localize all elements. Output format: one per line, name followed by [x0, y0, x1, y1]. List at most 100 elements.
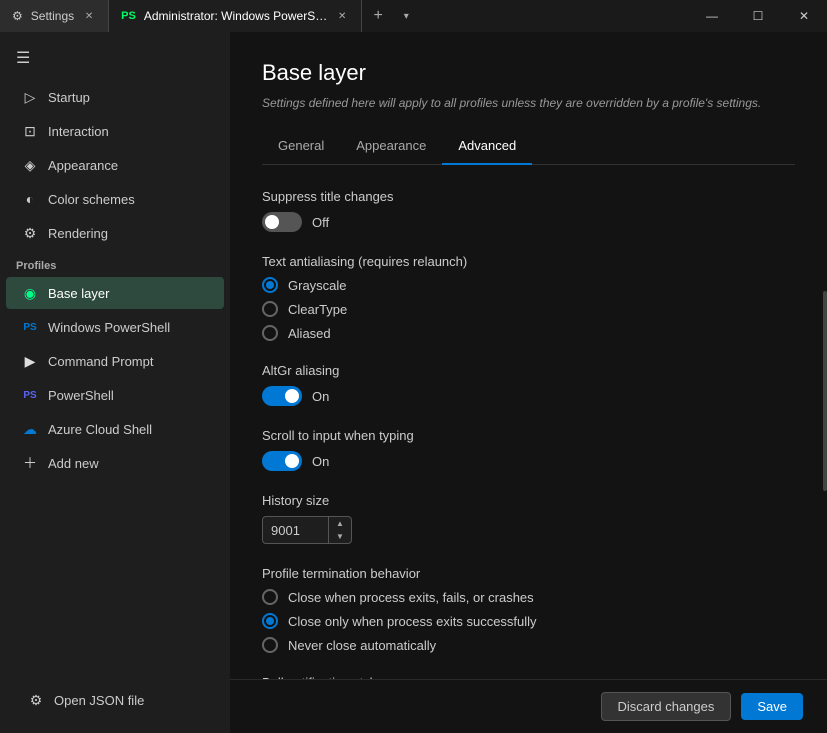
add-new-button[interactable]: ＋ Add new	[6, 447, 224, 479]
content-area: Base layer Settings defined here will ap…	[230, 32, 827, 679]
termination-success[interactable]: Close only when process exits successful…	[262, 613, 795, 629]
minimize-button[interactable]: —	[689, 0, 735, 32]
termination-fails[interactable]: Close when process exits, fails, or cras…	[262, 589, 795, 605]
page-title: Base layer	[262, 60, 795, 86]
main-layout: ☰ ▷ Startup ⊡ Interaction ◈ Appearance ◐…	[0, 32, 827, 733]
altgr-toggle-row: On	[262, 386, 795, 406]
termination-never[interactable]: Never close automatically	[262, 637, 795, 653]
tab-bar: General Appearance Advanced	[262, 132, 795, 165]
maximize-button[interactable]: ☐	[735, 0, 781, 32]
history-size-section: History size ▲ ▼	[262, 493, 795, 544]
hamburger-menu[interactable]: ☰	[0, 40, 230, 80]
success-radio[interactable]	[262, 613, 278, 629]
scroll-input-knob	[285, 454, 299, 468]
sidebar-windows-powershell-label: Windows PowerShell	[48, 320, 170, 335]
sidebar: ☰ ▷ Startup ⊡ Interaction ◈ Appearance ◐…	[0, 32, 230, 733]
sidebar-powershell-label: PowerShell	[48, 388, 114, 403]
sidebar-item-command-prompt[interactable]: ▶ Command Prompt	[6, 345, 224, 377]
tab-settings[interactable]: ⚙ Settings ✕	[0, 0, 109, 32]
sidebar-item-color-schemes[interactable]: ◐ Color schemes	[6, 183, 224, 215]
suppress-title-toggle-text: Off	[312, 215, 329, 230]
discard-changes-button[interactable]: Discard changes	[601, 692, 732, 721]
termination-section: Profile termination behavior Close when …	[262, 566, 795, 653]
history-size-input-container: ▲ ▼	[262, 516, 352, 544]
settings-icon: ⚙	[12, 9, 23, 23]
window-controls: — ☐ ✕	[689, 0, 827, 32]
never-radio[interactable]	[262, 637, 278, 653]
add-icon: ＋	[22, 455, 38, 471]
altgr-knob	[285, 389, 299, 403]
altgr-section: AltGr aliasing On	[262, 363, 795, 406]
antialiasing-aliased[interactable]: Aliased	[262, 325, 795, 341]
tab-powershell[interactable]: PS Administrator: Windows PowerS… ✕	[109, 0, 362, 32]
scroll-thumb[interactable]	[823, 291, 827, 491]
fails-label: Close when process exits, fails, or cras…	[288, 590, 534, 605]
bell-label: Bell notification style	[262, 675, 795, 679]
antialiasing-cleartype[interactable]: ClearType	[262, 301, 795, 317]
fails-radio[interactable]	[262, 589, 278, 605]
sidebar-item-rendering[interactable]: ⚙ Rendering	[6, 217, 224, 249]
sidebar-item-windows-powershell[interactable]: PS Windows PowerShell	[6, 311, 224, 343]
powershell-profile-icon: PS	[22, 387, 38, 403]
altgr-label: AltGr aliasing	[262, 363, 795, 378]
profiles-section-label: Profiles	[0, 250, 230, 276]
termination-label: Profile termination behavior	[262, 566, 795, 581]
sidebar-item-azure-cloud-shell[interactable]: ☁ Azure Cloud Shell	[6, 413, 224, 445]
success-label: Close only when process exits successful…	[288, 614, 537, 629]
antialiasing-options: Grayscale ClearType Aliased	[262, 277, 795, 341]
increment-arrow[interactable]: ▲	[329, 517, 351, 530]
tab-appearance[interactable]: Appearance	[340, 132, 442, 165]
altgr-toggle-text: On	[312, 389, 329, 404]
sidebar-item-powershell[interactable]: PS PowerShell	[6, 379, 224, 411]
altgr-toggle[interactable]	[262, 386, 302, 406]
new-tab-button[interactable]: +	[362, 0, 394, 32]
suppress-title-knob	[265, 215, 279, 229]
scroll-input-toggle-row: On	[262, 451, 795, 471]
cleartype-radio[interactable]	[262, 301, 278, 317]
never-label: Never close automatically	[288, 638, 436, 653]
sidebar-item-interaction[interactable]: ⊡ Interaction	[6, 115, 224, 147]
sidebar-command-prompt-label: Command Prompt	[48, 354, 153, 369]
command-prompt-icon: ▶	[22, 353, 38, 369]
sidebar-base-layer-label: Base layer	[48, 286, 109, 301]
rendering-icon: ⚙	[22, 225, 38, 241]
json-icon: ⚙	[28, 692, 44, 708]
tab-chevron[interactable]: ▾	[394, 0, 418, 32]
base-layer-icon: ◉	[22, 285, 38, 301]
scroll-input-toggle-text: On	[312, 454, 329, 469]
page-subtitle: Settings defined here will apply to all …	[262, 96, 795, 110]
aliased-radio[interactable]	[262, 325, 278, 341]
close-powershell-tab[interactable]: ✕	[335, 9, 349, 23]
scroll-input-toggle[interactable]	[262, 451, 302, 471]
history-size-input[interactable]	[263, 518, 328, 543]
sidebar-item-base-layer[interactable]: ◉ Base layer	[6, 277, 224, 309]
sidebar-item-startup[interactable]: ▷ Startup	[6, 81, 224, 113]
open-json-button[interactable]: ⚙ Open JSON file	[12, 684, 218, 716]
powershell-icon: PS	[121, 10, 136, 22]
scroll-input-section: Scroll to input when typing On	[262, 428, 795, 471]
cleartype-label: ClearType	[288, 302, 347, 317]
open-json-label: Open JSON file	[54, 693, 144, 708]
bell-section: Bell notification style All Visual (flas…	[262, 675, 795, 679]
suppress-title-label: Suppress title changes	[262, 189, 795, 204]
decrement-arrow[interactable]: ▼	[329, 530, 351, 543]
sidebar-bottom: ⚙ Open JSON file	[0, 675, 230, 725]
tab-advanced[interactable]: Advanced	[442, 132, 532, 165]
tab-settings-label: Settings	[31, 9, 74, 23]
termination-options: Close when process exits, fails, or cras…	[262, 589, 795, 653]
sidebar-item-appearance[interactable]: ◈ Appearance	[6, 149, 224, 181]
save-button[interactable]: Save	[741, 693, 803, 720]
tab-powershell-label: Administrator: Windows PowerS…	[144, 9, 327, 23]
grayscale-radio[interactable]	[262, 277, 278, 293]
titlebar: ⚙ Settings ✕ PS Administrator: Windows P…	[0, 0, 827, 32]
color-schemes-icon: ◐	[22, 191, 38, 207]
tab-general[interactable]: General	[262, 132, 340, 165]
antialiasing-grayscale[interactable]: Grayscale	[262, 277, 795, 293]
close-settings-tab[interactable]: ✕	[82, 9, 96, 23]
number-arrows: ▲ ▼	[328, 517, 351, 543]
windows-powershell-icon: PS	[22, 319, 38, 335]
close-button[interactable]: ✕	[781, 0, 827, 32]
suppress-title-toggle[interactable]	[262, 212, 302, 232]
interaction-icon: ⊡	[22, 123, 38, 139]
startup-icon: ▷	[22, 89, 38, 105]
